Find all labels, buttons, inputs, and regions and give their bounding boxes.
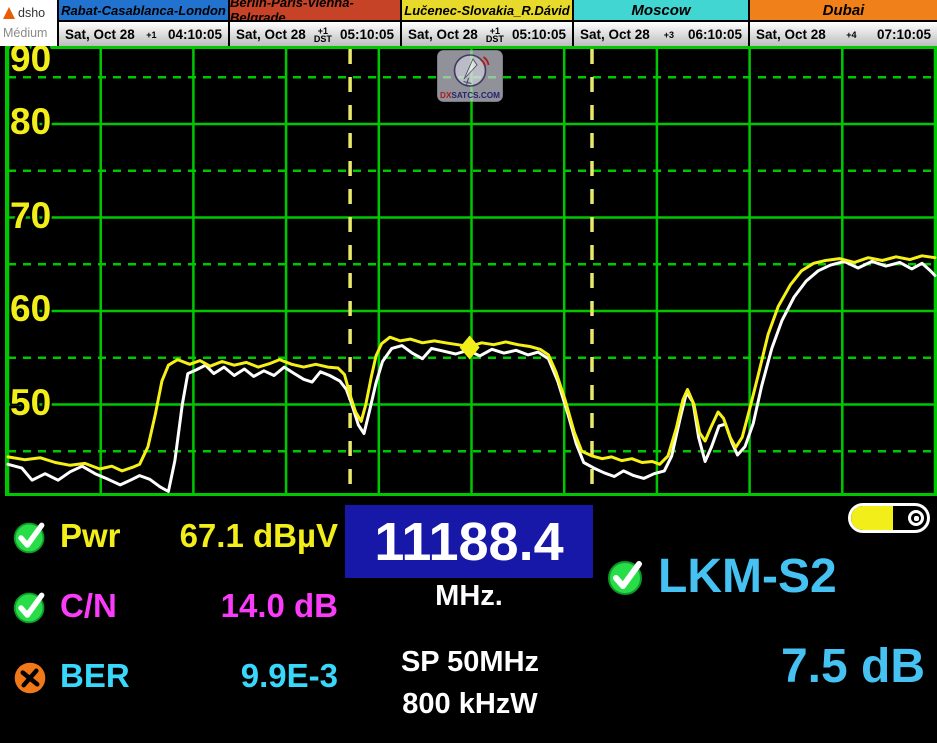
clock-city-label: Dubai [750, 0, 937, 22]
span-setting: SP 50MHz [340, 647, 600, 677]
clock-date: Sat, Oct 28 [580, 27, 650, 42]
y-axis-tick: 50 [10, 384, 51, 422]
lock-ok-check-icon [606, 557, 646, 597]
dxsatcs-logo: DXSATCS.COM [437, 50, 503, 102]
cn-label: C/N [60, 586, 117, 626]
vlc-window-corner: dsho Médium [0, 0, 57, 46]
vlc-title-text: dsho [18, 6, 45, 20]
y-axis-tick: 80 [10, 103, 51, 141]
clock-datetime: Sat, Oct 28 +4 07:10:05 [750, 22, 937, 46]
clock-time: 06:10:05 [688, 27, 742, 42]
rbw-setting: 800 kHzW [340, 689, 600, 719]
clock-time: 07:10:05 [877, 27, 931, 42]
frequency-unit: MHz. [345, 580, 593, 613]
clock-datetime: Sat, Oct 28 +1 04:10:05 [59, 22, 228, 46]
clock-date: Sat, Oct 28 [408, 27, 478, 42]
vlc-menu-media[interactable]: Médium [3, 23, 57, 44]
clock-datetime: Sat, Oct 28 +1DST 05:10:05 [402, 22, 572, 46]
clock-date: Sat, Oct 28 [65, 27, 135, 42]
clock-datetime: Sat, Oct 28 +3 06:10:05 [574, 22, 748, 46]
world-clock-bar: dsho Médium Rabat-Casablanca-London Sat,… [0, 0, 937, 46]
clock-berlin[interactable]: Berlin-Paris-Vienna-Belgrade Sat, Oct 28… [228, 0, 400, 46]
clock-date: Sat, Oct 28 [756, 27, 826, 42]
frequency-value: 11188.4 [374, 511, 563, 573]
pwr-value: 67.1 dBµV [130, 516, 338, 556]
vlc-cone-icon [3, 7, 15, 19]
spectrum-plot: 90 80 70 60 50 DXSATCS.COM [0, 46, 937, 500]
clock-dubai[interactable]: Dubai Sat, Oct 28 +4 07:10:05 [748, 0, 937, 46]
clock-utc-offset: +1DST [314, 27, 332, 43]
clock-lucenec[interactable]: Lučenec-Slovakia_R.Dávid Sat, Oct 28 +1D… [400, 0, 572, 46]
clock-city-label: Rabat-Casablanca-London [59, 0, 228, 22]
ber-label: BER [60, 656, 130, 696]
pwr-label: Pwr [60, 516, 121, 556]
y-axis-tick: 70 [10, 197, 51, 235]
pwr-ok-check-icon [12, 519, 48, 555]
cn-ok-check-icon [12, 589, 48, 625]
clock-time: 05:10:05 [340, 27, 394, 42]
clock-city-label: Berlin-Paris-Vienna-Belgrade [230, 0, 400, 22]
cn-value: 14.0 dB [130, 586, 338, 626]
clock-moscow[interactable]: Moscow Sat, Oct 28 +3 06:10:05 [572, 0, 748, 46]
clock-utc-offset: +4 [842, 31, 860, 39]
standard-label: LKM-S2 [658, 555, 837, 599]
clock-date: Sat, Oct 28 [236, 27, 306, 42]
spectrum-canvas [0, 46, 937, 500]
ber-value: 9.9E-3 [130, 656, 338, 696]
link-margin-value: 7.5 dB [650, 645, 925, 689]
svg-text:DXSATCS.COM: DXSATCS.COM [440, 91, 500, 100]
clock-utc-offset: +1 [142, 31, 160, 39]
y-axis-tick: 90 [10, 46, 51, 78]
clock-time: 05:10:05 [512, 27, 566, 42]
clock-city-label: Lučenec-Slovakia_R.Dávid [402, 0, 572, 22]
readout-panel: Pwr 67.1 dBµV C/N 14.0 dB BER 9.9E-3 111… [0, 500, 937, 743]
clock-utc-offset: +3 [660, 31, 678, 39]
clock-rabat[interactable]: Rabat-Casablanca-London Sat, Oct 28 +1 0… [57, 0, 228, 46]
y-axis-tick: 60 [10, 290, 51, 328]
battery-icon [848, 503, 930, 533]
spectrum-analyzer-screen: dsho Médium Rabat-Casablanca-London Sat,… [0, 0, 937, 743]
clock-time: 04:10:05 [168, 27, 222, 42]
clock-utc-offset: +1DST [486, 27, 504, 43]
clock-datetime: Sat, Oct 28 +1DST 05:10:05 [230, 22, 400, 46]
clock-city-label: Moscow [574, 0, 748, 22]
ber-fail-x-icon [12, 660, 48, 696]
frequency-display: 11188.4 [345, 505, 593, 578]
